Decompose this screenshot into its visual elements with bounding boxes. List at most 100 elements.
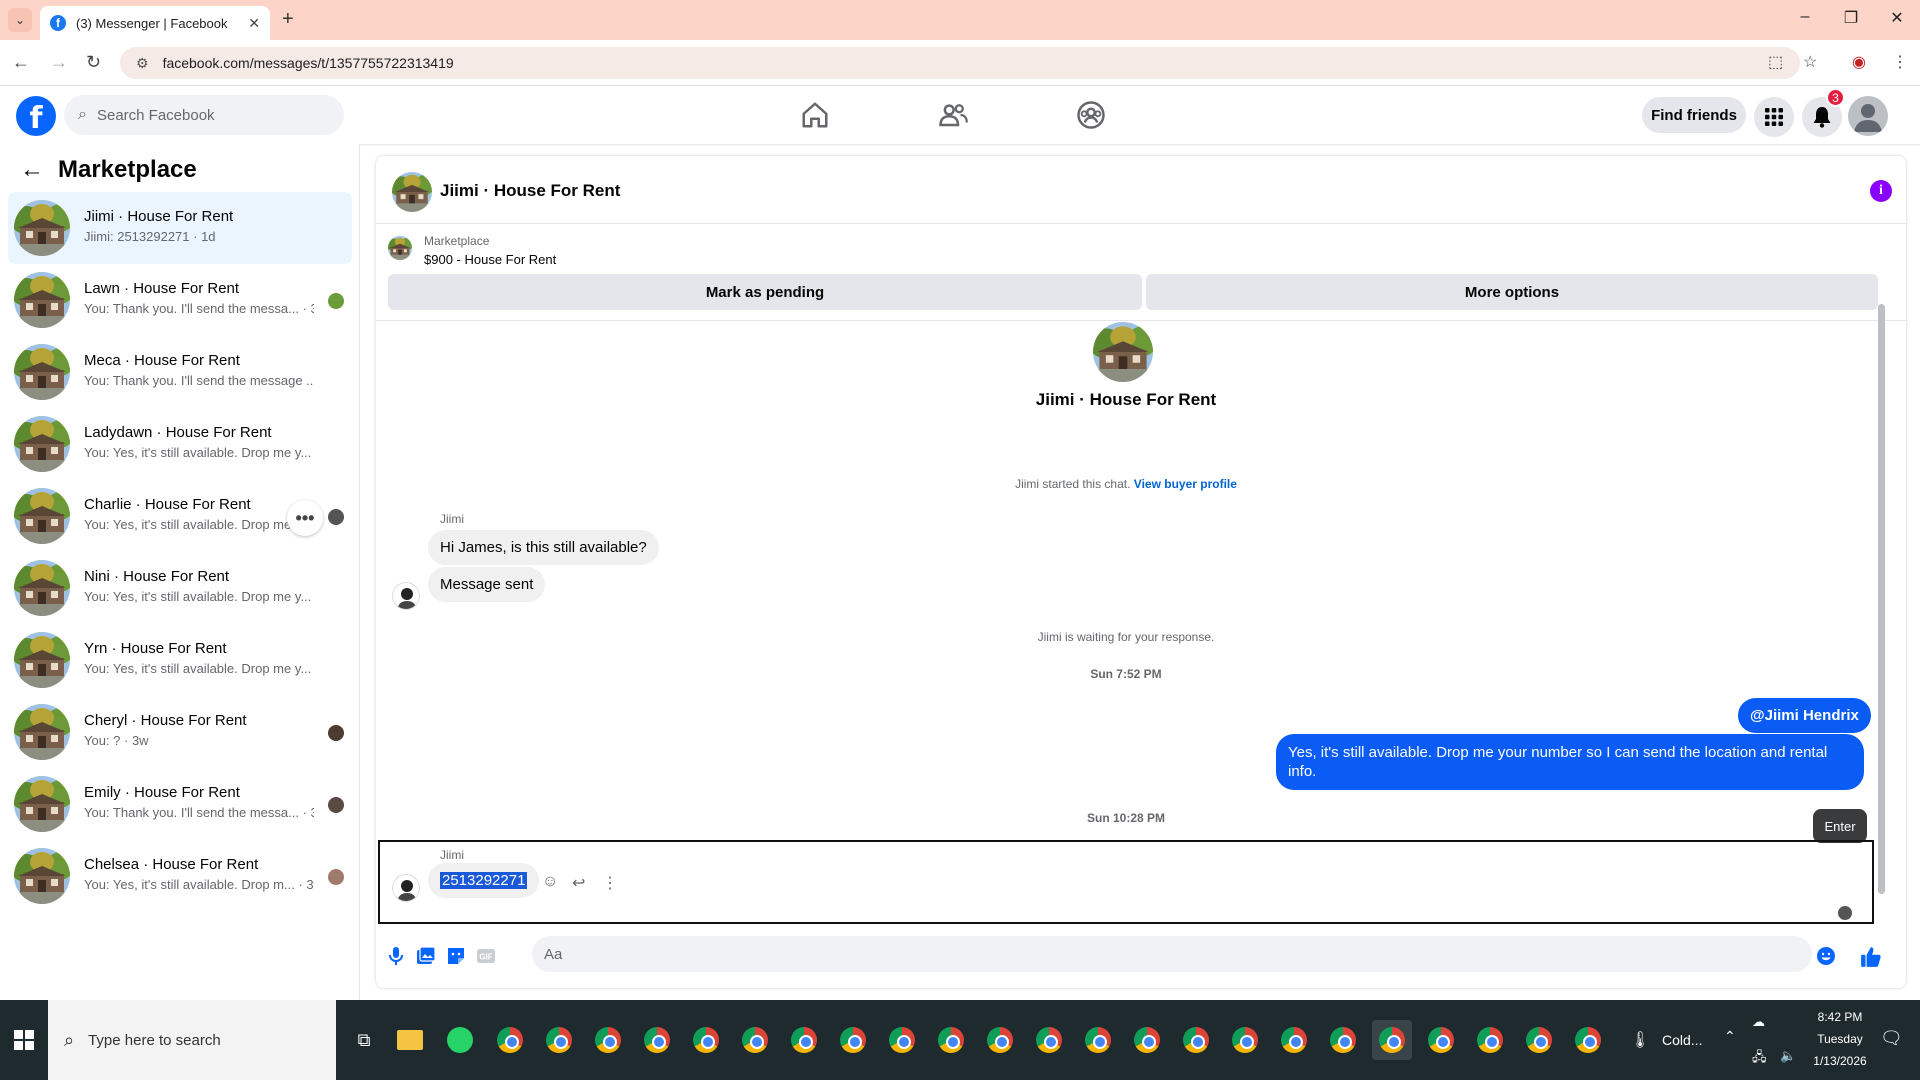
chrome-window-icon[interactable] bbox=[1470, 1020, 1510, 1060]
tab-search-dropdown-icon[interactable]: ⌄ bbox=[8, 8, 32, 32]
friends-icon[interactable] bbox=[938, 100, 968, 130]
chrome-window-icon[interactable] bbox=[588, 1020, 628, 1060]
listing-thumbnail[interactable] bbox=[392, 172, 432, 212]
chrome-window-icon[interactable] bbox=[1176, 1020, 1216, 1060]
conversation-item[interactable]: Emily · House For Rent You: Thank you. I'… bbox=[8, 768, 352, 840]
chrome-window-icon[interactable] bbox=[784, 1020, 824, 1060]
chrome-window-icon[interactable] bbox=[1323, 1020, 1363, 1060]
back-arrow-icon[interactable]: ← bbox=[12, 52, 30, 73]
gif-icon[interactable]: GIF bbox=[476, 946, 496, 966]
chrome-window-icon[interactable] bbox=[1274, 1020, 1314, 1060]
conversation-item[interactable]: Cheryl · House For Rent You: ? · 3w bbox=[8, 696, 352, 768]
chrome-window-icon[interactable] bbox=[882, 1020, 922, 1060]
clock-date[interactable]: 1/13/2026 bbox=[1800, 1054, 1880, 1068]
reply-icon[interactable]: ↩ bbox=[572, 873, 585, 893]
chrome-window-icon[interactable] bbox=[539, 1020, 579, 1060]
reload-icon[interactable]: ↻ bbox=[86, 52, 101, 73]
profile-icon[interactable]: ◉ bbox=[1852, 52, 1866, 72]
chrome-window-icon[interactable] bbox=[1127, 1020, 1167, 1060]
chat-title[interactable]: Jiimi · House For Rent bbox=[440, 181, 620, 201]
account-avatar[interactable] bbox=[1848, 96, 1888, 136]
chrome-window-icon[interactable] bbox=[1519, 1020, 1559, 1060]
chrome-window-icon[interactable] bbox=[833, 1020, 873, 1060]
chrome-window-icon[interactable] bbox=[1568, 1020, 1608, 1060]
minimize-icon[interactable]: – bbox=[1782, 8, 1828, 26]
conversation-item[interactable]: Lawn · House For Rent You: Thank you. I'l… bbox=[8, 264, 352, 336]
task-view-icon[interactable]: ⧉ bbox=[344, 1020, 384, 1060]
chrome-window-icon[interactable] bbox=[735, 1020, 775, 1060]
weather-icon[interactable]: 🌡 bbox=[1630, 1030, 1650, 1050]
selected-phone-number[interactable]: 2513292271 bbox=[440, 872, 528, 889]
search-input[interactable]: ⌕ Search Facebook bbox=[64, 95, 344, 135]
browser-tab-messenger[interactable]: f (3) Messenger | Facebook ✕ bbox=[40, 6, 270, 40]
view-buyer-profile-link[interactable]: View buyer profile bbox=[1134, 477, 1237, 491]
photo-icon[interactable] bbox=[416, 946, 436, 966]
chrome-window-icon[interactable] bbox=[980, 1020, 1020, 1060]
onedrive-icon[interactable]: ☁ bbox=[1752, 1014, 1765, 1030]
message-bubble-outgoing[interactable]: Yes, it's still available. Drop me your … bbox=[1276, 734, 1864, 790]
mention-bubble[interactable]: @Jiimi Hendrix bbox=[1738, 698, 1871, 733]
chrome-window-icon[interactable] bbox=[490, 1020, 530, 1060]
chrome-window-icon[interactable] bbox=[1029, 1020, 1069, 1060]
message-bubble[interactable]: 2513292271 bbox=[428, 863, 540, 898]
whatsapp-icon[interactable] bbox=[440, 1020, 480, 1060]
home-icon[interactable] bbox=[800, 100, 830, 130]
scrollbar-thumb[interactable] bbox=[1878, 304, 1885, 894]
back-arrow-icon[interactable]: ← bbox=[20, 156, 44, 184]
file-explorer-icon[interactable] bbox=[390, 1020, 430, 1060]
groups-icon[interactable] bbox=[1076, 100, 1106, 130]
notification-center-icon[interactable]: 🗨 bbox=[1880, 1028, 1903, 1049]
menu-grid-button[interactable] bbox=[1754, 97, 1794, 137]
sender-avatar[interactable] bbox=[392, 582, 420, 610]
facebook-logo-icon[interactable]: f bbox=[16, 96, 56, 136]
forward-arrow-icon[interactable]: → bbox=[50, 52, 68, 73]
conversation-item[interactable]: Yrn · House For Rent You: Yes, it's still… bbox=[8, 624, 352, 696]
more-options-icon[interactable]: ••• bbox=[287, 500, 323, 536]
chrome-window-icon[interactable] bbox=[637, 1020, 677, 1060]
info-icon[interactable]: i bbox=[1870, 180, 1892, 202]
message-bubble[interactable]: Message sent bbox=[428, 567, 546, 602]
chrome-window-icon[interactable] bbox=[1372, 1020, 1412, 1060]
chrome-menu-icon[interactable]: ⋮ bbox=[1892, 52, 1908, 72]
site-info-icon[interactable]: ⚙ bbox=[136, 55, 149, 72]
microphone-icon[interactable] bbox=[386, 946, 406, 966]
show-hidden-icons[interactable]: ⌃ bbox=[1724, 1028, 1736, 1045]
emoji-icon[interactable] bbox=[1816, 946, 1836, 966]
react-emoji-icon[interactable]: ☺ bbox=[542, 873, 558, 891]
conversation-item[interactable]: Nini · House For Rent You: Yes, it's stil… bbox=[8, 552, 352, 624]
find-friends-button[interactable]: Find friends bbox=[1642, 97, 1746, 133]
mark-as-pending-button[interactable]: Mark as pending bbox=[388, 274, 1142, 310]
conversation-item[interactable]: Chelsea · House For Rent You: Yes, it's s… bbox=[8, 840, 352, 912]
network-icon[interactable]: 🖧 bbox=[1752, 1048, 1767, 1070]
listing-price[interactable]: $900 - House For Rent bbox=[424, 252, 556, 267]
install-app-icon[interactable]: ⬚ bbox=[1768, 52, 1783, 72]
clock-day[interactable]: Tuesday bbox=[1800, 1032, 1880, 1046]
more-actions-icon[interactable]: ⋮ bbox=[602, 873, 618, 893]
weather-text[interactable]: Cold... bbox=[1662, 1032, 1702, 1048]
conversation-item[interactable]: Meca · House For Rent You: Thank you. I'l… bbox=[8, 336, 352, 408]
chrome-window-icon[interactable] bbox=[1421, 1020, 1461, 1060]
clock-time[interactable]: 8:42 PM bbox=[1800, 1010, 1880, 1024]
close-tab-icon[interactable]: ✕ bbox=[248, 15, 260, 32]
like-thumb-icon[interactable] bbox=[1860, 946, 1882, 968]
conversation-item[interactable]: Charlie · House For Rent You: Yes, it's s… bbox=[8, 480, 352, 552]
sender-avatar[interactable] bbox=[392, 874, 420, 902]
windows-start-icon[interactable] bbox=[14, 1030, 34, 1050]
new-tab-icon[interactable]: + bbox=[282, 8, 294, 31]
restore-icon[interactable]: ❐ bbox=[1828, 8, 1874, 28]
address-bar[interactable]: ⚙ facebook.com/messages/t/13577557223134… bbox=[120, 47, 1800, 79]
taskbar-search[interactable]: ⌕ Type here to search bbox=[48, 1000, 336, 1080]
close-window-icon[interactable]: ✕ bbox=[1874, 8, 1920, 28]
bookmark-star-icon[interactable]: ☆ bbox=[1803, 52, 1817, 72]
message-input[interactable]: Aa bbox=[532, 936, 1812, 972]
conversation-item[interactable]: Jiimi · House For Rent Jiimi: 2513292271 … bbox=[8, 192, 352, 264]
sticker-icon[interactable] bbox=[446, 946, 466, 966]
chrome-window-icon[interactable] bbox=[931, 1020, 971, 1060]
chrome-window-icon[interactable] bbox=[686, 1020, 726, 1060]
chrome-window-icon[interactable] bbox=[1078, 1020, 1118, 1060]
volume-icon[interactable]: 🔈 bbox=[1780, 1048, 1796, 1064]
conversation-item[interactable]: Ladydawn · House For Rent You: Yes, it's … bbox=[8, 408, 352, 480]
message-bubble[interactable]: Hi James, is this still available? bbox=[428, 530, 659, 565]
chrome-window-icon[interactable] bbox=[1225, 1020, 1265, 1060]
more-options-button[interactable]: More options bbox=[1146, 274, 1878, 310]
